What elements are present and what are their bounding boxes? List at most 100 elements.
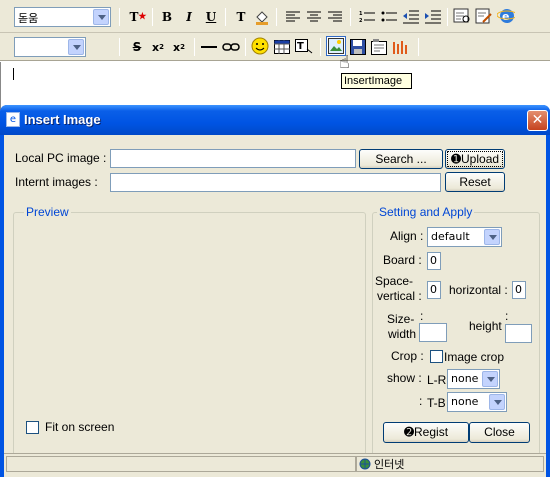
table-button[interactable] [273,38,291,56]
tb-label: T-B [427,396,446,410]
unordered-list-button[interactable] [380,8,398,26]
internet-explorer-button[interactable]: e [497,6,515,24]
status-pane-zone: 인터넷 [356,456,544,472]
height-input[interactable] [505,324,532,343]
edit-icon [475,8,492,24]
text-caret [13,68,14,80]
outdent-button[interactable] [402,8,420,26]
reset-button[interactable]: Reset [445,172,505,192]
italic-button[interactable]: I [180,8,198,26]
close-button[interactable]: Close [469,422,530,443]
strikethrough-button[interactable]: S [128,38,146,56]
font-family-select[interactable]: 돋움 [14,7,111,27]
crop-label: Crop : [391,349,424,363]
font-size-select[interactable] [14,37,86,57]
indent-button[interactable] [424,8,442,26]
toolbar-separator [447,8,448,26]
chevron-down-icon [482,371,498,387]
svg-text:e: e [502,10,509,23]
align-select[interactable]: default [427,227,502,247]
window-close-button[interactable]: ✕ [527,110,548,131]
dialog-title: Insert Image [24,112,101,127]
internet-images-label: Internt images : [15,175,98,189]
table-icon [274,40,290,54]
status-pane-main [6,456,356,472]
align-center-button[interactable] [305,8,323,26]
align-left-button[interactable] [284,8,302,26]
space-label: Space- [375,274,414,288]
ordered-list-button[interactable]: 12 [358,8,376,26]
dialog-body: Local PC image : Search ... ➊Upload Inte… [4,135,546,477]
insert-chart-button[interactable] [392,38,410,56]
chevron-down-icon [93,9,109,25]
fit-on-screen-label: Fit on screen [45,420,115,434]
superscript-button[interactable]: x2 [170,38,188,56]
toolbar-separator [418,38,419,56]
search-button[interactable]: Search ... [359,149,443,169]
bold-button[interactable]: B [158,8,176,26]
emoticon-button[interactable] [251,37,269,55]
image-crop-label: Image crop [444,350,505,364]
text-style-icon[interactable]: T ★ [129,8,147,26]
internet-explorer-icon: e [497,9,515,23]
smiley-icon [251,37,269,55]
subscript-button[interactable]: x2 [149,38,167,56]
align-label: Align : [390,229,424,243]
background-color-button[interactable] [253,8,271,26]
edit-source-button[interactable] [475,7,493,25]
chevron-down-icon [489,394,505,410]
horizontal-rule-button[interactable] [200,38,218,56]
height-colon: : [505,309,509,323]
svg-text:T: T [297,41,304,52]
tb-colon: : [419,394,423,408]
toolbar-separator [276,8,277,26]
toolbar-separator [245,38,246,56]
tb-select[interactable]: none [447,392,507,412]
document-icon: e [6,112,20,127]
editor-toolbar-row-2: S x2 x2 T [0,33,550,61]
upload-button[interactable]: ➊Upload [445,149,505,169]
bullet-list-icon [381,11,397,22]
toolbar-separator [119,38,120,56]
dialog-titlebar[interactable]: e Insert Image ✕ [0,105,550,135]
editor-content-area[interactable] [0,62,550,110]
align-left-icon [286,11,300,22]
lr-label: L-R [427,373,447,387]
vertical-label: vertical : [377,289,422,303]
toolbar-separator [320,38,321,56]
insert-image-dialog: e Insert Image ✕ Local PC image : Search… [0,105,550,477]
file-icon [371,39,387,55]
svg-text:1: 1 [359,11,363,17]
vertical-space-input[interactable]: 0 [427,281,441,299]
link-button[interactable] [222,38,240,56]
text-box-button[interactable]: T [295,38,313,56]
ordered-list-icon: 12 [359,11,375,24]
toolbar-separator [152,8,153,26]
paint-bucket-icon [256,11,268,25]
image-crop-checkbox[interactable] [430,350,443,363]
horizontal-space-input[interactable]: 0 [512,281,526,299]
local-pc-image-input[interactable] [110,149,356,168]
board-input[interactable]: 0 [427,252,441,270]
regist-button[interactable]: ➋Regist [383,422,469,443]
font-color-button[interactable]: T [232,8,250,26]
toolbar-separator [194,38,195,56]
setting-and-apply-group: Setting and Apply Align : default Board … [372,205,540,466]
hand-cursor-icon: ☝ [339,52,350,73]
text-box-icon: T [295,39,313,54]
internet-images-input[interactable] [110,173,441,192]
fit-on-screen-checkbox[interactable] [26,421,39,434]
width-label: width [388,327,417,341]
link-icon [222,43,240,51]
align-right-button[interactable] [326,8,344,26]
underline-button[interactable]: U [202,8,220,26]
align-right-icon [328,11,342,22]
local-pc-image-label: Local PC image : [15,151,107,165]
preview-button[interactable] [453,7,471,25]
horizontal-rule-icon [201,46,217,48]
width-input[interactable] [419,323,447,342]
insert-file-button[interactable] [370,38,388,56]
lr-select[interactable]: none [447,369,500,389]
insert-media-button[interactable] [349,38,367,56]
setting-legend: Setting and Apply [377,205,475,219]
